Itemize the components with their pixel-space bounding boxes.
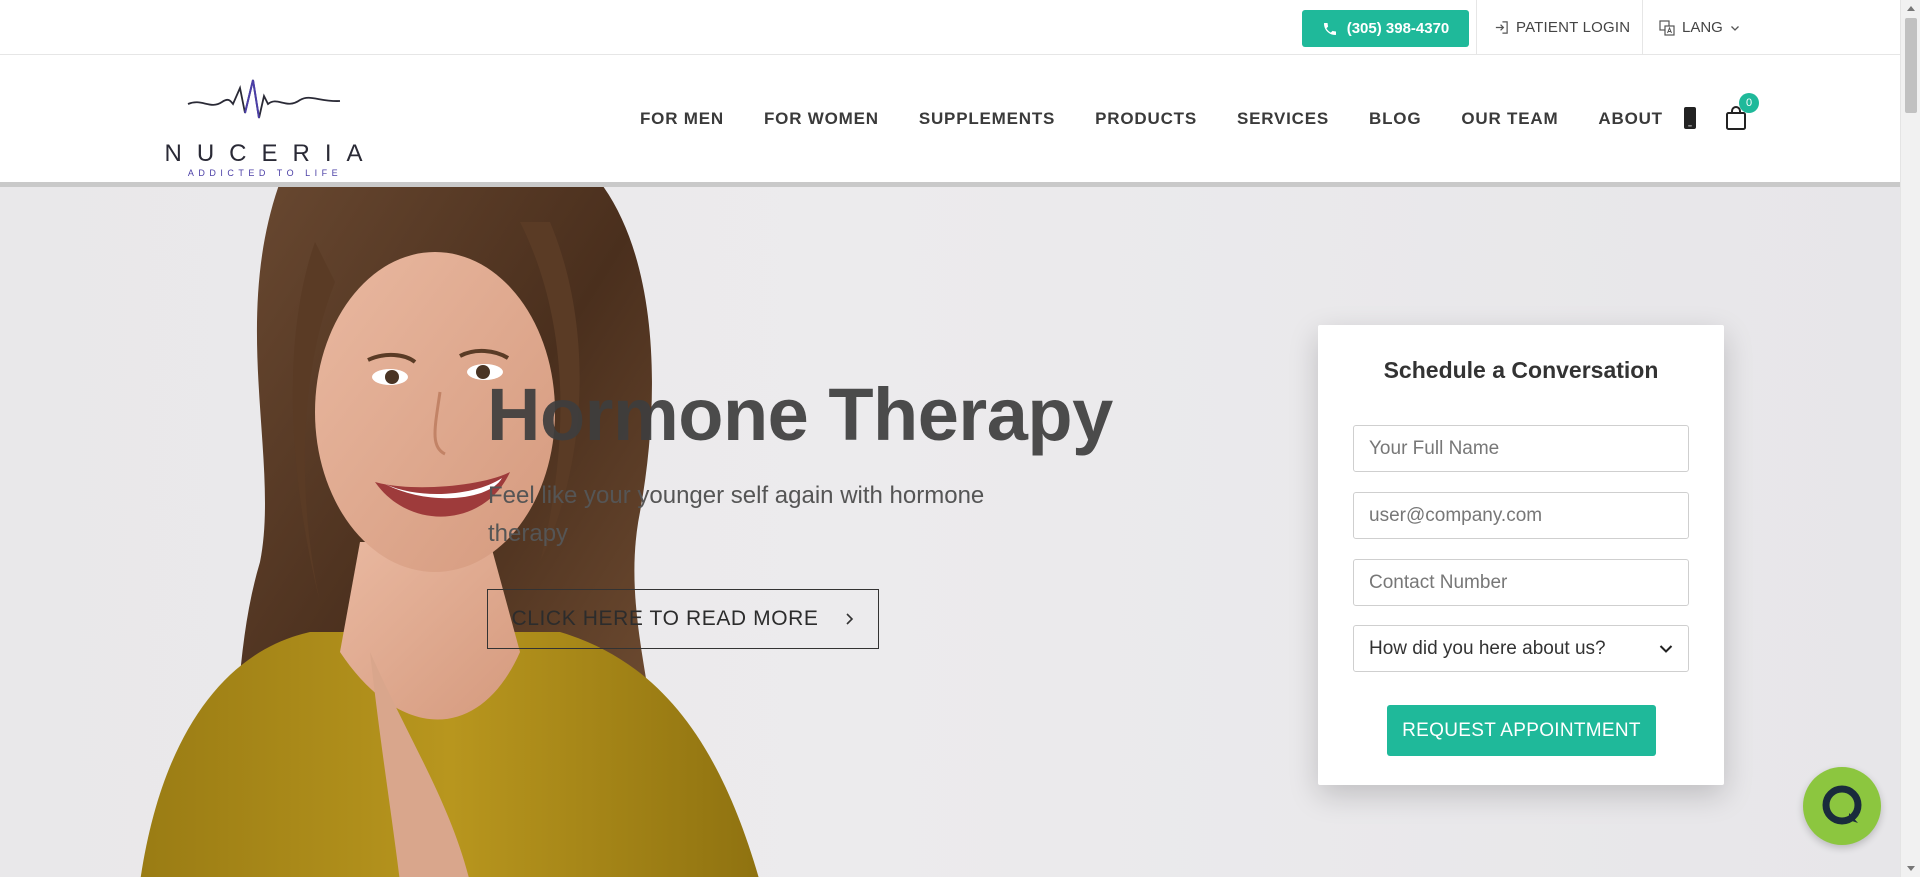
main-header: NUCERIA ADDICTED TO LIFE FOR MEN FOR WOM…	[0, 56, 1900, 182]
patient-login-link[interactable]: PATIENT LOGIN	[1494, 0, 1630, 55]
nav-item-for-women[interactable]: FOR WOMEN	[764, 109, 879, 129]
nav-item-about[interactable]: ABOUT	[1598, 109, 1662, 129]
hero-subtitle: Feel like your younger self again with h…	[488, 482, 985, 547]
hero-section: Hormone Therapy Feel like your younger s…	[0, 182, 1900, 877]
hero-title: Hormone Therapy	[487, 373, 1113, 456]
brand-logo[interactable]: NUCERIA ADDICTED TO LIFE	[150, 68, 380, 178]
divider	[1642, 0, 1643, 55]
brand-tagline: ADDICTED TO LIFE	[187, 168, 343, 178]
cart-count-badge: 0	[1739, 93, 1759, 113]
chat-widget-button[interactable]	[1803, 767, 1881, 845]
full-name-input[interactable]	[1353, 425, 1689, 472]
cart-button[interactable]: 0	[1725, 93, 1759, 136]
scroll-up-arrow-icon[interactable]	[1901, 0, 1920, 16]
nav-item-products[interactable]: PRODUCTS	[1095, 109, 1197, 129]
nav-item-for-men[interactable]: FOR MEN	[640, 109, 724, 129]
top-utility-bar: (305) 398-4370 PATIENT LOGIN LANG	[0, 0, 1900, 55]
read-more-label: CLICK HERE TO READ MORE	[511, 607, 819, 630]
phone-button[interactable]: (305) 398-4370	[1302, 10, 1469, 47]
phone-number: (305) 398-4370	[1346, 20, 1450, 37]
read-more-button[interactable]: CLICK HERE TO READ MORE	[487, 589, 879, 649]
patient-login-label: PATIENT LOGIN	[1516, 19, 1631, 36]
nav-item-supplements[interactable]: SUPPLEMENTS	[919, 109, 1055, 129]
email-input[interactable]	[1353, 492, 1689, 539]
referral-selected-value: How did you here about us?	[1369, 637, 1606, 659]
chevron-down-icon	[1659, 644, 1673, 653]
referral-select[interactable]: How did you here about us?	[1353, 625, 1689, 672]
language-selector[interactable]: LANG	[1659, 0, 1740, 55]
chevron-down-icon	[1730, 23, 1740, 33]
scroll-thumb[interactable]	[1905, 18, 1917, 113]
request-appointment-button[interactable]: REQUEST APPOINTMENT	[1387, 705, 1656, 756]
chat-icon	[1822, 785, 1862, 825]
heartbeat-logo-icon	[187, 79, 341, 119]
nav-item-our-team[interactable]: OUR TEAM	[1461, 109, 1558, 129]
page: (305) 398-4370 PATIENT LOGIN LANG NUCERI…	[0, 0, 1920, 877]
divider	[1476, 0, 1477, 55]
contact-number-input[interactable]	[1353, 559, 1689, 606]
phone-icon	[1323, 22, 1336, 35]
schedule-form-card: Schedule a Conversation How did you here…	[1318, 325, 1724, 785]
brand-name: NUCERIA	[164, 140, 378, 167]
primary-nav: FOR MEN FOR WOMEN SUPPLEMENTS PRODUCTS S…	[640, 56, 1703, 182]
login-icon	[1494, 20, 1509, 35]
chevron-right-icon	[845, 613, 853, 625]
scroll-down-arrow-icon[interactable]	[1901, 861, 1920, 877]
lang-label: LANG	[1682, 19, 1723, 36]
translate-icon	[1659, 19, 1675, 36]
nav-item-services[interactable]: SERVICES	[1237, 109, 1329, 129]
page-scrollbar[interactable]	[1900, 0, 1920, 877]
nav-item-blog[interactable]: BLOG	[1369, 109, 1421, 129]
mobile-phone-icon[interactable]	[1683, 106, 1697, 135]
form-title: Schedule a Conversation	[1383, 357, 1659, 383]
